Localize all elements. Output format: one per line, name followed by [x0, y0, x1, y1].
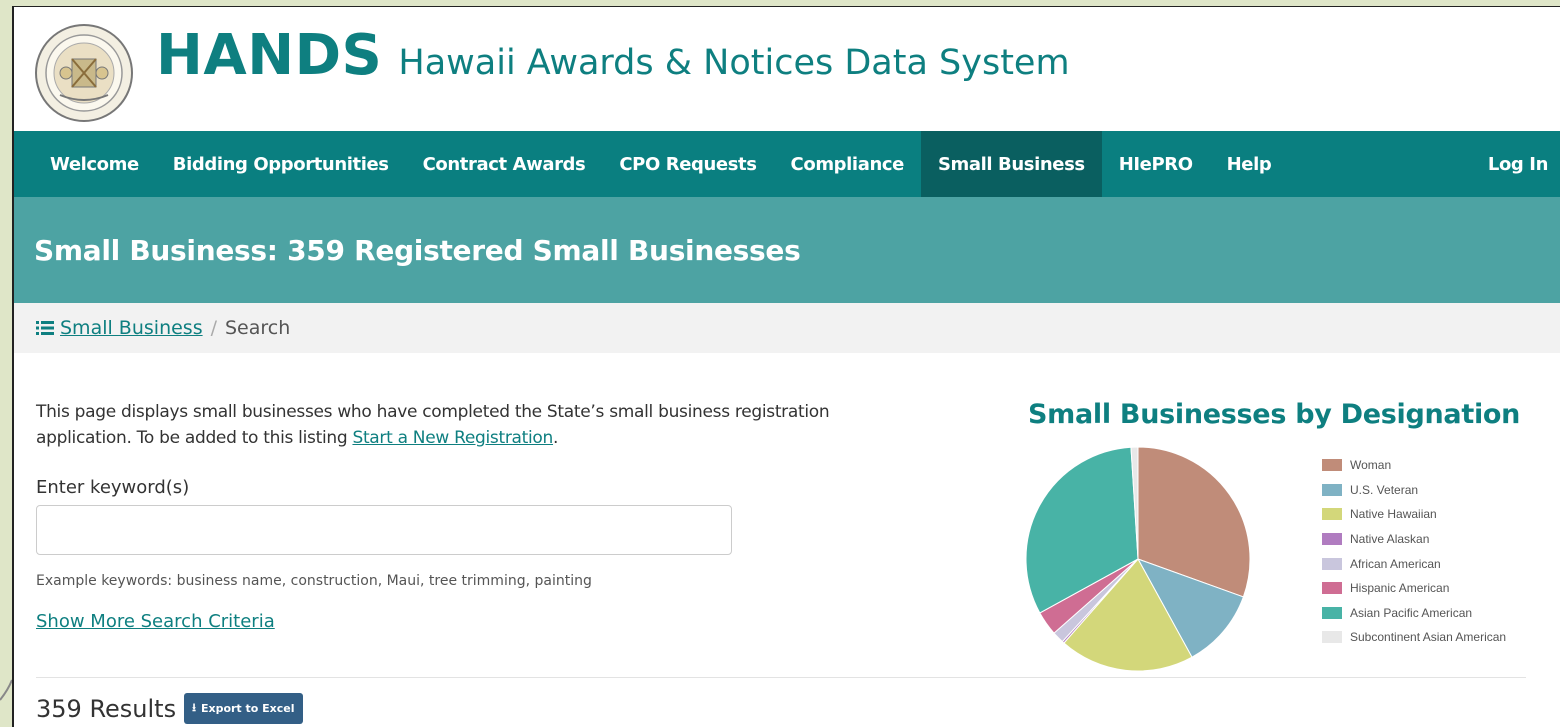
intro-text-after: .: [553, 428, 559, 448]
intro-text: This page displays small businesses who …: [36, 399, 836, 451]
legend-item-asian-pacific-american[interactable]: Asian Pacific American: [1322, 601, 1506, 626]
title-band: Small Business: 359 Registered Small Bus…: [14, 197, 1560, 303]
legend-label: Woman: [1350, 458, 1392, 473]
nav-cpo-requests[interactable]: CPO Requests: [602, 131, 773, 197]
legend-swatch: [1322, 533, 1342, 546]
state-seal-logo[interactable]: [34, 23, 134, 123]
browser-page: HANDS Hawaii Awards & Notices Data Syste…: [12, 6, 1560, 727]
breadcrumb-current: Search: [225, 317, 291, 339]
legend-swatch: [1322, 582, 1342, 595]
designation-pie-chart: [1025, 446, 1251, 672]
export-to-excel-button[interactable]: ⭳ Export to Excel: [184, 693, 303, 724]
nav-small-business[interactable]: Small Business: [920, 131, 1102, 197]
breadcrumb-small-business-link[interactable]: Small Business: [36, 317, 203, 339]
results-row: 359 Results ⭳ Export to Excel: [36, 693, 303, 724]
legend-label: African American: [1350, 556, 1441, 571]
keyword-search-input[interactable]: [36, 505, 732, 555]
legend-swatch: [1322, 483, 1342, 496]
legend-swatch: [1322, 606, 1342, 619]
nav-spacer: [1288, 131, 1471, 197]
show-more-criteria-link[interactable]: Show More Search Criteria: [36, 611, 275, 632]
nav-hiepro[interactable]: HIePRO: [1102, 131, 1210, 197]
legend-item-african-american[interactable]: African American: [1322, 551, 1506, 576]
keyword-hint: Example keywords: business name, constru…: [36, 573, 592, 589]
breadcrumb-separator: /: [210, 317, 217, 339]
chart-legend: Woman U.S. Veteran Native Hawaiian Native A…: [1322, 453, 1506, 650]
site-brand: HANDS Hawaii Awards & Notices Data Syste…: [156, 23, 1070, 88]
nav-bidding-opportunities[interactable]: Bidding Opportunities: [156, 131, 406, 197]
legend-label: Native Alaskan: [1350, 532, 1430, 547]
chart-title: Small Businesses by Designation: [1028, 399, 1521, 430]
legend-label: Native Hawaiian: [1350, 507, 1437, 522]
nav-help[interactable]: Help: [1210, 131, 1289, 197]
legend-item-native-alaskan[interactable]: Native Alaskan: [1322, 527, 1506, 552]
legend-label: U.S. Veteran: [1350, 482, 1419, 497]
nav-contract-awards[interactable]: Contract Awards: [406, 131, 603, 197]
legend-label: Hispanic American: [1350, 581, 1450, 596]
legend-swatch: [1322, 631, 1342, 644]
brand-acronym: HANDS: [156, 23, 383, 88]
legend-swatch: [1322, 508, 1342, 521]
download-icon: ⭳: [192, 701, 196, 714]
page-title: Small Business: 359 Registered Small Bus…: [34, 233, 801, 267]
section-divider: [36, 677, 1526, 678]
login-link[interactable]: Log In: [1471, 131, 1560, 197]
legend-item-woman[interactable]: Woman: [1322, 453, 1506, 478]
legend-swatch: [1322, 459, 1342, 472]
brand-full-name: Hawaii Awards & Notices Data System: [398, 43, 1070, 83]
breadcrumb: Small Business / Search: [14, 303, 1560, 353]
keyword-label: Enter keyword(s): [36, 477, 190, 498]
legend-item-native-hawaiian[interactable]: Native Hawaiian: [1322, 502, 1506, 527]
breadcrumb-link-label: Small Business: [60, 317, 203, 339]
legend-item-subcontinent-asian-american[interactable]: Subcontinent Asian American: [1322, 625, 1506, 650]
start-registration-link[interactable]: Start a New Registration: [352, 428, 553, 448]
legend-item-u-s-veteran[interactable]: U.S. Veteran: [1322, 478, 1506, 503]
nav-welcome[interactable]: Welcome: [14, 131, 156, 197]
site-header: HANDS Hawaii Awards & Notices Data Syste…: [14, 7, 1560, 131]
legend-item-hispanic-american[interactable]: Hispanic American: [1322, 576, 1506, 601]
list-icon: [36, 321, 54, 335]
results-count: 359 Results: [36, 694, 177, 723]
legend-label: Asian Pacific American: [1350, 605, 1473, 620]
legend-swatch: [1322, 557, 1342, 570]
nav-compliance[interactable]: Compliance: [774, 131, 921, 197]
export-button-label: Export to Excel: [200, 702, 295, 715]
legend-label: Subcontinent Asian American: [1350, 630, 1507, 645]
main-navbar: Welcome Bidding Opportunities Contract A…: [14, 131, 1560, 197]
